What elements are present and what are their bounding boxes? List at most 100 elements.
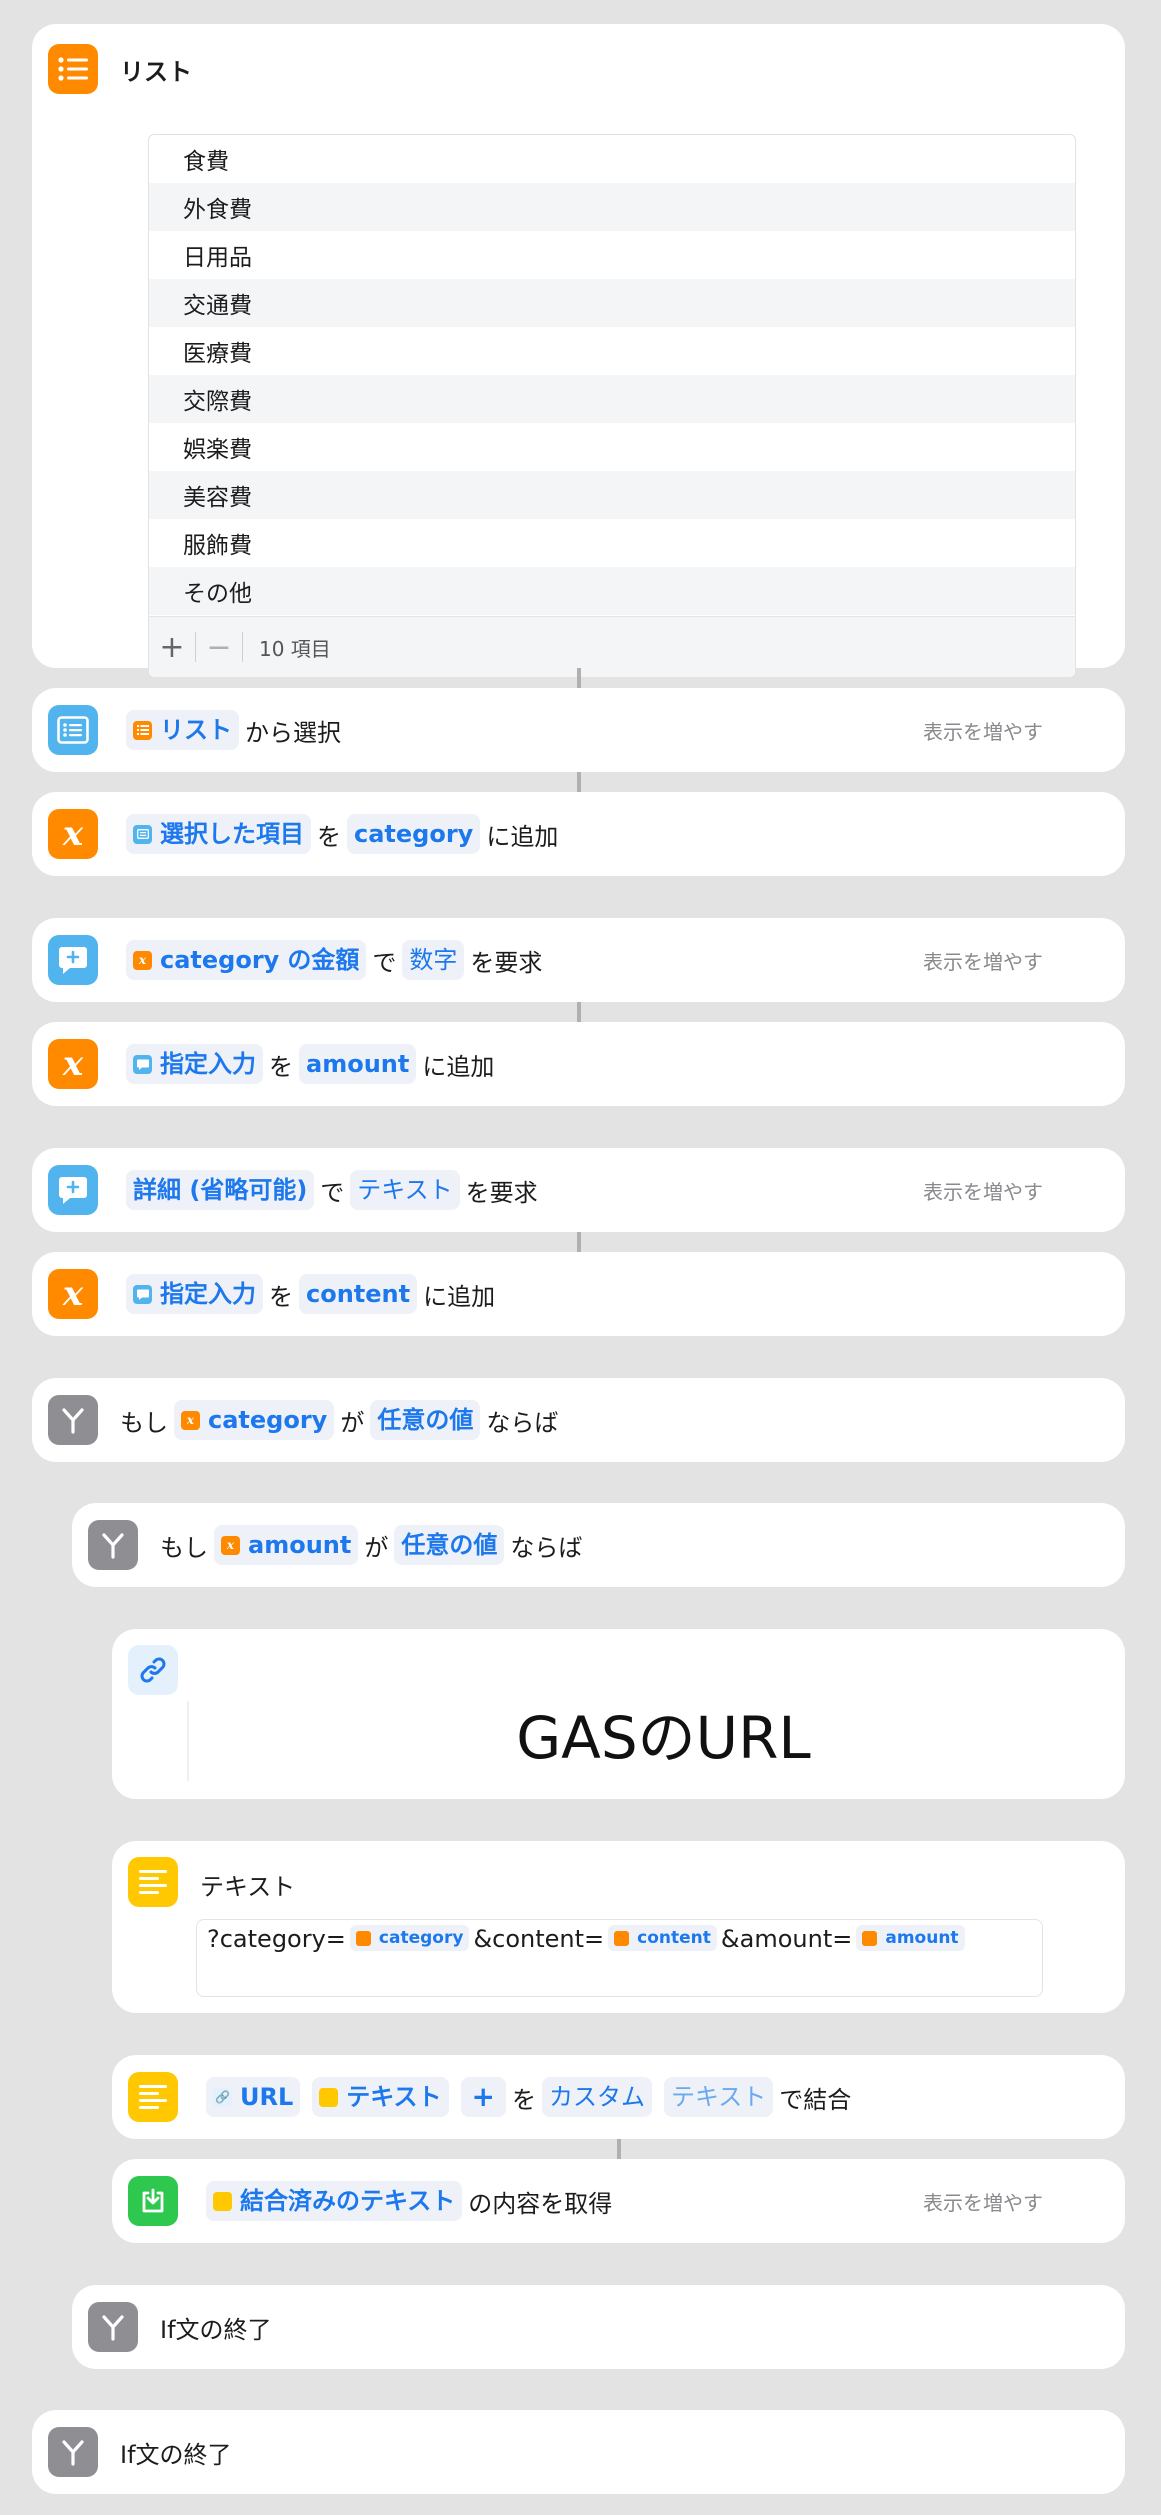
if-branch-icon — [48, 1395, 98, 1445]
add-to-category-row: 選択した項目 を category に追加 — [120, 792, 1109, 876]
content-variable-name[interactable]: content — [299, 1274, 418, 1314]
list-mini-icon — [133, 720, 152, 740]
ask-input-icon — [48, 935, 98, 985]
selected-item-token[interactable]: 選択した項目 — [126, 814, 311, 854]
input-type-number[interactable]: 数字 — [402, 940, 465, 980]
variable-mini-icon: x — [133, 950, 152, 970]
then-text: ならば — [486, 1408, 559, 1437]
add-to-amount-card[interactable]: x 指定入力 を amount に追加 — [32, 1022, 1125, 1106]
connector — [577, 1002, 581, 1022]
category-variable-name[interactable]: category — [347, 814, 481, 854]
ask-detail-card[interactable]: 詳細 (省略可能) で テキスト を要求 表示を増やす — [32, 1148, 1125, 1232]
category-variable-token[interactable]: x category — [174, 1400, 335, 1440]
content-inline-token[interactable]: content — [608, 1925, 717, 1951]
list-variable-token[interactable]: リスト — [126, 710, 239, 750]
add-to-amount-row: 指定入力 を amount に追加 — [120, 1022, 1109, 1106]
list-item[interactable]: その他 — [149, 567, 1075, 615]
if-amount-row: もし x amount が 任意の値 ならば — [160, 1503, 1109, 1587]
category-inline-token[interactable]: category — [349, 1925, 470, 1951]
plus-token[interactable]: + — [460, 2077, 507, 2117]
item-count: 10 項目 — [259, 636, 331, 661]
provided-input-token[interactable]: 指定入力 — [126, 1274, 263, 1314]
connector — [577, 1232, 581, 1252]
de-text: で — [372, 948, 397, 977]
text-action-card[interactable]: テキスト ?category= category &content= conte… — [112, 1841, 1125, 2013]
get-contents-suffix: の内容を取得 — [468, 2189, 613, 2218]
end-if-inner-card[interactable]: If文の終了 — [72, 2285, 1125, 2369]
list-icon — [48, 44, 98, 94]
url-token[interactable]: 🔗 URL — [206, 2077, 301, 2117]
list-action-card[interactable]: リスト 食費 外食費 日用品 交通費 医療費 交際費 娯楽費 美容費 服飾費 そ… — [32, 24, 1125, 678]
list-item[interactable]: 食費 — [149, 135, 1075, 183]
show-more-button[interactable]: 表示を増やす — [923, 1148, 1043, 1232]
url-value[interactable]: GASのURL — [202, 1693, 1125, 1773]
list-items-table: 食費 外食費 日用品 交通費 医療費 交際費 娯楽費 美容費 服飾費 その他 +… — [148, 134, 1076, 678]
custom-text-token[interactable]: テキスト — [664, 2077, 774, 2117]
text-icon — [128, 2072, 178, 2122]
download-icon — [128, 2176, 178, 2226]
remove-item-button[interactable]: − — [196, 630, 242, 665]
category-amount-token[interactable]: x category の金額 — [126, 940, 367, 980]
url-action-card[interactable]: GASのURL — [112, 1629, 1125, 1799]
variable-mini-icon: x — [181, 1410, 200, 1430]
url-divider — [187, 1701, 189, 1781]
choose-from-list-card[interactable]: リスト から選択 表示を増やす — [32, 688, 1125, 772]
url-token-label: URL — [240, 2083, 294, 2111]
list-item[interactable]: 美容費 — [149, 471, 1075, 519]
wo-text: を — [269, 1282, 293, 1311]
combine-text-card[interactable]: 🔗 URL テキスト + を カスタム テキスト で結合 — [112, 2055, 1125, 2139]
request-suffix-text: を要求 — [470, 948, 543, 977]
condition-any-value[interactable]: 任意の値 — [370, 1400, 481, 1440]
add-item-button[interactable]: + — [149, 630, 195, 665]
variable-mini-icon — [614, 1930, 630, 1946]
text-mini-icon — [319, 2087, 339, 2107]
show-more-button[interactable]: 表示を増やす — [923, 918, 1043, 1002]
text-content-field[interactable]: ?category= category &content= content &a… — [196, 1919, 1043, 1997]
text-icon — [128, 1857, 178, 1907]
end-if-row: If文の終了 — [160, 2285, 1109, 2369]
combine-suffix-text: で結合 — [779, 2085, 852, 2114]
choose-list-icon — [48, 705, 98, 755]
if-prefix-text: もし — [160, 1533, 208, 1562]
variable-mini-icon: x — [221, 1535, 240, 1555]
amount-inline-token[interactable]: amount — [856, 1925, 965, 1951]
ask-input-mini-icon — [133, 1284, 152, 1304]
list-action-title: リスト — [120, 58, 192, 86]
selected-item-label: 選択した項目 — [160, 820, 304, 848]
text-part-amount: &amount= — [720, 1925, 853, 1953]
list-item[interactable]: 日用品 — [149, 231, 1075, 279]
list-item[interactable]: 服飾費 — [149, 519, 1075, 567]
show-more-button[interactable]: 表示を増やす — [923, 688, 1043, 772]
connector — [577, 772, 581, 792]
if-category-card[interactable]: もし x category が 任意の値 ならば — [32, 1378, 1125, 1462]
end-if-outer-card[interactable]: If文の終了 — [32, 2410, 1125, 2494]
text-token-label: テキスト — [346, 2083, 442, 2111]
custom-separator-token[interactable]: カスタム — [542, 2077, 653, 2117]
condition-any-value[interactable]: 任意の値 — [394, 1525, 505, 1565]
list-item[interactable]: 医療費 — [149, 327, 1075, 375]
variable-mini-icon — [862, 1930, 878, 1946]
if-amount-card[interactable]: もし x amount が 任意の値 ならば — [72, 1503, 1125, 1587]
add-to-category-card[interactable]: x 選択した項目 を category に追加 — [32, 792, 1125, 876]
input-type-text[interactable]: テキスト — [350, 1170, 460, 1210]
list-item[interactable]: 娯楽費 — [149, 423, 1075, 471]
provided-input-token[interactable]: 指定入力 — [126, 1044, 263, 1084]
if-branch-icon — [88, 1520, 138, 1570]
amount-token-label: amount — [248, 1531, 352, 1559]
combined-text-token[interactable]: 結合済みのテキスト — [206, 2181, 463, 2221]
add-to-content-card[interactable]: x 指定入力 を content に追加 — [32, 1252, 1125, 1336]
category-token-label: category — [208, 1406, 328, 1434]
amount-variable-name[interactable]: amount — [299, 1044, 417, 1084]
amount-inline-label: amount — [885, 1928, 959, 1948]
list-item[interactable]: 交際費 — [149, 375, 1075, 423]
category-inline-label: category — [378, 1928, 464, 1948]
if-category-row: もし x category が 任意の値 ならば — [120, 1378, 1109, 1462]
amount-variable-token[interactable]: x amount — [214, 1525, 359, 1565]
get-contents-card[interactable]: 結合済みのテキスト の内容を取得 表示を増やす — [112, 2159, 1125, 2243]
show-more-button[interactable]: 表示を増やす — [923, 2159, 1043, 2243]
text-token[interactable]: テキスト — [312, 2077, 449, 2117]
detail-prompt-token[interactable]: 詳細 (省略可能) — [126, 1170, 315, 1210]
list-item[interactable]: 外食費 — [149, 183, 1075, 231]
ask-amount-card[interactable]: x category の金額 で 数字 を要求 表示を増やす — [32, 918, 1125, 1002]
list-item[interactable]: 交通費 — [149, 279, 1075, 327]
